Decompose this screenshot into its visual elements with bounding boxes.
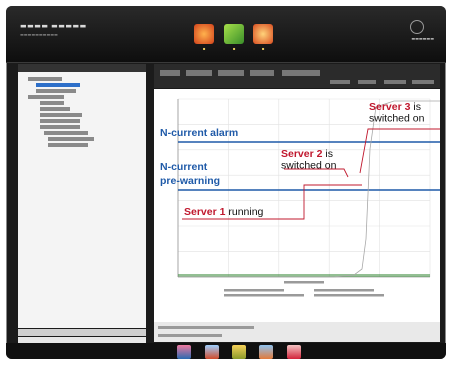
legend-blurred (224, 281, 384, 297)
tree-node[interactable] (40, 119, 80, 123)
monitor-module-icon[interactable] (194, 24, 214, 44)
app-header: ▬▬▬▬ ▬▬▬▬▬ ▬▬▬▬▬▬▬▬▬▬ ▬▬▬▬▬▬ ▪ ▪ ▪ (6, 6, 446, 63)
toolbar-button[interactable] (330, 80, 350, 84)
brand-text-blurred: ▬▬▬▬▬▬ (411, 36, 434, 41)
footer-text-blurred (158, 326, 254, 329)
dock-app-icon[interactable] (259, 345, 273, 359)
tree-node[interactable] (40, 107, 70, 111)
tree-node[interactable] (48, 143, 88, 147)
chart-toolbar (154, 64, 440, 88)
chart-svg: N-current alarm N-current pre-warning Se… (160, 98, 440, 297)
module-label-1: ▪ (202, 46, 206, 51)
panel-footer-tab[interactable] (18, 329, 146, 336)
tree-node[interactable] (36, 89, 76, 93)
chart-footer (154, 322, 440, 342)
toolbar-button[interactable] (218, 70, 244, 76)
dock-app-icon[interactable] (205, 345, 219, 359)
tree-node[interactable] (40, 113, 82, 117)
tree-toolbar[interactable] (18, 64, 146, 72)
toolbar-button[interactable] (358, 80, 376, 84)
toolbar-button[interactable] (160, 70, 180, 76)
tree-node[interactable] (48, 137, 94, 141)
label-server3: Server 3 is switched on (369, 101, 425, 125)
toolbar-button[interactable] (282, 70, 320, 76)
brand-logo-icon (410, 20, 424, 34)
tree-node-selected[interactable] (36, 83, 80, 87)
label-server2: Server 2 is switched on (281, 148, 337, 172)
label-server1: Server 1 running (184, 206, 264, 218)
module-label-2: ▪ (232, 46, 236, 51)
label-n-current-alarm: N-current alarm (160, 127, 238, 139)
tree-node[interactable] (40, 101, 64, 105)
app-subtitle-blurred: ▬▬▬▬▬▬▬▬▬▬ (20, 32, 58, 37)
flat-baseline-band (178, 274, 430, 277)
footer-text-blurred (158, 334, 222, 337)
current-chart: N-current alarm N-current pre-warning Se… (154, 89, 440, 322)
toolbar-button[interactable] (384, 80, 406, 84)
toolbar-button[interactable] (250, 70, 274, 76)
tree-node[interactable] (28, 95, 64, 99)
tree-node[interactable] (44, 131, 88, 135)
dock-app-icon[interactable] (232, 345, 246, 359)
alarm-module-icon[interactable] (253, 24, 273, 44)
device-tree[interactable] (18, 72, 146, 328)
screenshot-frame: ▬▬▬▬ ▬▬▬▬▬ ▬▬▬▬▬▬▬▬▬▬ ▬▬▬▬▬▬ ▪ ▪ ▪ N-cur… (0, 0, 452, 365)
bottom-dock (6, 343, 446, 359)
dock-app-icon[interactable] (177, 345, 191, 359)
dock-app-icon[interactable] (287, 345, 301, 359)
app-window: ▬▬▬▬ ▬▬▬▬▬ ▬▬▬▬▬▬▬▬▬▬ ▬▬▬▬▬▬ ▪ ▪ ▪ N-cur… (6, 6, 446, 359)
toolbar-button[interactable] (412, 80, 434, 84)
tree-node[interactable] (40, 125, 80, 129)
tree-node[interactable] (28, 77, 62, 81)
toolbar-button[interactable] (186, 70, 212, 76)
label-prewarning-line2: pre-warning (160, 175, 220, 187)
app-title-blurred: ▬▬▬▬ ▬▬▬▬▬ (20, 22, 87, 30)
energy-module-icon[interactable] (224, 24, 244, 44)
label-prewarning-line1: N-current (160, 161, 208, 173)
module-label-3: ▪ (261, 46, 265, 51)
